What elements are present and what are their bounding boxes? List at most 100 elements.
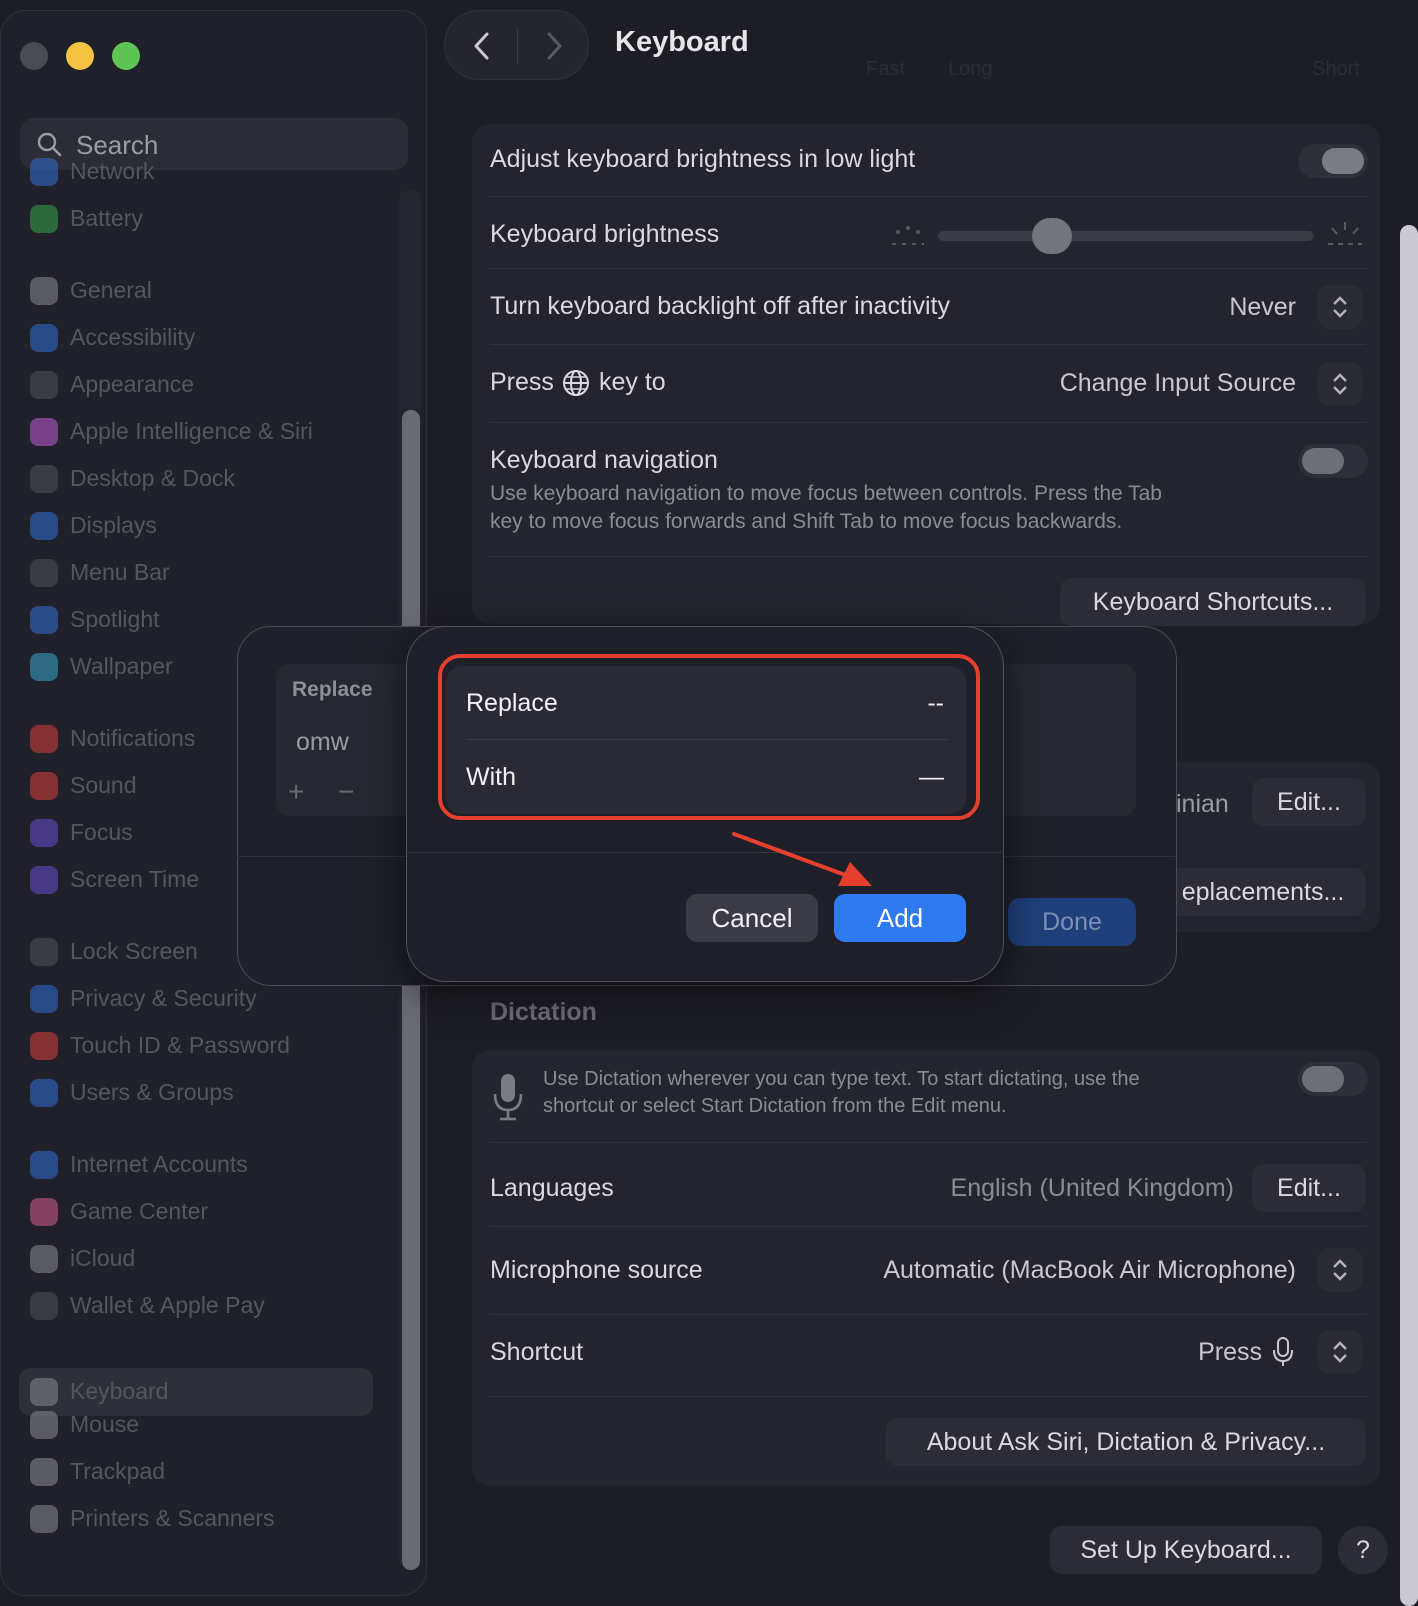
brightness-slider-track[interactable] [938,231,1314,241]
input-sources-edit-button[interactable]: Edit... [1252,778,1366,826]
divider [490,1396,1366,1397]
microphone-key-icon [1273,1337,1293,1366]
cancel-button[interactable]: Cancel [686,894,818,942]
up-down-chevron-icon [1333,296,1347,318]
sidebar-item-label: Spotlight [70,606,160,632]
siri-icon [30,418,58,446]
lock-icon [30,938,58,966]
sidebar-item-menu-bar[interactable]: Menu Bar [26,555,366,591]
sidebar-item-mouse[interactable]: Mouse [26,1407,366,1443]
navigation-buttons [444,10,589,80]
sidebar-item-icloud[interactable]: iCloud [26,1241,366,1277]
sidebar-item-privacy-security[interactable]: Privacy & Security [26,981,366,1017]
set-up-keyboard-button[interactable]: Set Up Keyboard... [1050,1526,1322,1574]
backlight-off-value[interactable]: Never [1229,293,1296,322]
sidebar-item-displays[interactable]: Displays [26,508,366,544]
toggle-knob [1302,1066,1344,1092]
sidebar-item-touch-id-password[interactable]: Touch ID & Password [26,1028,366,1064]
minimize-window-button[interactable] [66,42,94,70]
languages-value: English (United Kingdom) [950,1174,1234,1202]
add-replacement-button[interactable]: + [288,776,304,808]
keyboard-navigation-toggle[interactable] [1298,444,1368,478]
microphone-source-value[interactable]: Automatic (MacBook Air Microphone) [883,1256,1296,1285]
back-chevron-icon[interactable] [465,29,499,63]
brightness-slider-handle[interactable] [1032,218,1072,254]
brightness-high-icon [1328,222,1362,245]
mouse-icon [30,1411,58,1439]
sidebar-item-label: Lock Screen [70,938,198,964]
toggle-knob [1322,148,1364,174]
sidebar-item-label: Internet Accounts [70,1151,248,1177]
sidebar-item-internet-accounts[interactable]: Internet Accounts [26,1147,366,1183]
zoom-window-button[interactable] [112,42,140,70]
shortcut-popup[interactable] [1318,1330,1362,1374]
sidebar-item-label: Printers & Scanners [70,1505,275,1531]
close-window-button[interactable] [20,42,48,70]
divider [490,1226,1366,1227]
sidebar-item-label: Users & Groups [70,1079,234,1105]
microphone-source-popup[interactable] [1318,1248,1362,1292]
system-settings-window: Fast Long Short Search Network Battery Gen… [0,0,1418,1606]
sidebar-item-wallet-apple-pay[interactable]: Wallet & Apple Pay [26,1288,366,1324]
sidebar-item-appearance[interactable]: Appearance [26,367,366,403]
text-replacements-button[interactable]: eplacements... [1160,868,1366,916]
sidebar-item-apple-intelligence-siri[interactable]: Apple Intelligence & Siri [26,414,366,450]
backlight-off-popup[interactable] [1318,285,1362,329]
sidebar-item-accessibility[interactable]: Accessibility [26,320,366,356]
forward-chevron-icon[interactable] [537,29,571,63]
languages-edit-button[interactable]: Edit... [1252,1164,1366,1212]
table-row[interactable]: omw [296,728,349,757]
dialog-divider [406,852,1004,853]
sidebar-item-label: Sound [70,772,137,798]
done-button[interactable]: Done [1008,898,1136,946]
about-siri-privacy-button[interactable]: About Ask Siri, Dictation & Privacy... [886,1418,1366,1466]
adjust-brightness-label: Adjust keyboard brightness in low light [490,145,916,173]
ghost-label-long: Long [948,58,993,80]
divider [490,1142,1366,1143]
users-icon [30,1079,58,1107]
dictation-toggle[interactable] [1298,1062,1368,1096]
sidebar-item-desktop-dock[interactable]: Desktop & Dock [26,461,366,497]
sidebar-item-game-center[interactable]: Game Center [26,1194,366,1230]
menu-bar-icon [30,559,58,587]
shortcut-label: Shortcut [490,1338,584,1366]
sidebar-item-label: Trackpad [70,1458,166,1484]
content-scrollbar[interactable] [1400,225,1418,1606]
bell-icon [30,725,58,753]
sidebar-item-trackpad[interactable]: Trackpad [26,1454,366,1490]
add-button[interactable]: Add [834,894,966,942]
accessibility-icon [30,324,58,352]
sidebar-item-network[interactable]: Network [26,154,366,190]
ghost-label-fast: Fast [866,58,905,80]
dictation-section-title: Dictation [490,998,597,1026]
hourglass-icon [30,866,58,894]
nav-desc-line-1: Use keyboard navigation to move focus be… [490,482,1162,505]
dictation-desc-line-1: Use Dictation wherever you can type text… [543,1068,1140,1090]
press-key-popup[interactable] [1318,362,1362,406]
keyboard-navigation-label: Keyboard navigation [490,446,718,474]
sidebar-item-label: Appearance [70,371,195,397]
shortcut-value[interactable]: Press [1198,1338,1262,1367]
sidebar-item-battery[interactable]: Battery [26,201,366,237]
divider [490,422,1366,423]
remove-replacement-button[interactable]: − [338,776,354,808]
replace-column-header[interactable]: Replace [292,678,373,702]
adjust-brightness-toggle[interactable] [1298,144,1368,178]
magnifier-icon [30,606,58,634]
divider [490,344,1366,345]
help-button[interactable]: ? [1338,1526,1388,1574]
divider [490,196,1366,197]
ghost-label-short: Short [1312,58,1360,80]
nav-desc-line-2: key to move focus forwards and Shift Tab… [490,510,1123,533]
up-down-chevron-icon [1333,373,1347,395]
sidebar-item-label: Touch ID & Password [70,1032,290,1058]
sidebar-item-users-groups[interactable]: Users & Groups [26,1075,366,1111]
keyboard-shortcuts-button[interactable]: Keyboard Shortcuts... [1060,578,1366,626]
sidebar-item-label: Game Center [70,1198,209,1224]
sidebar-scrollbar[interactable] [402,410,420,1570]
microphone-source-label: Microphone source [490,1256,703,1284]
sidebar-item-general[interactable]: General [26,273,366,309]
sidebar-item-printers-scanners[interactable]: Printers & Scanners [26,1501,366,1537]
press-key-value[interactable]: Change Input Source [1060,369,1296,398]
globe-icon [30,158,58,186]
